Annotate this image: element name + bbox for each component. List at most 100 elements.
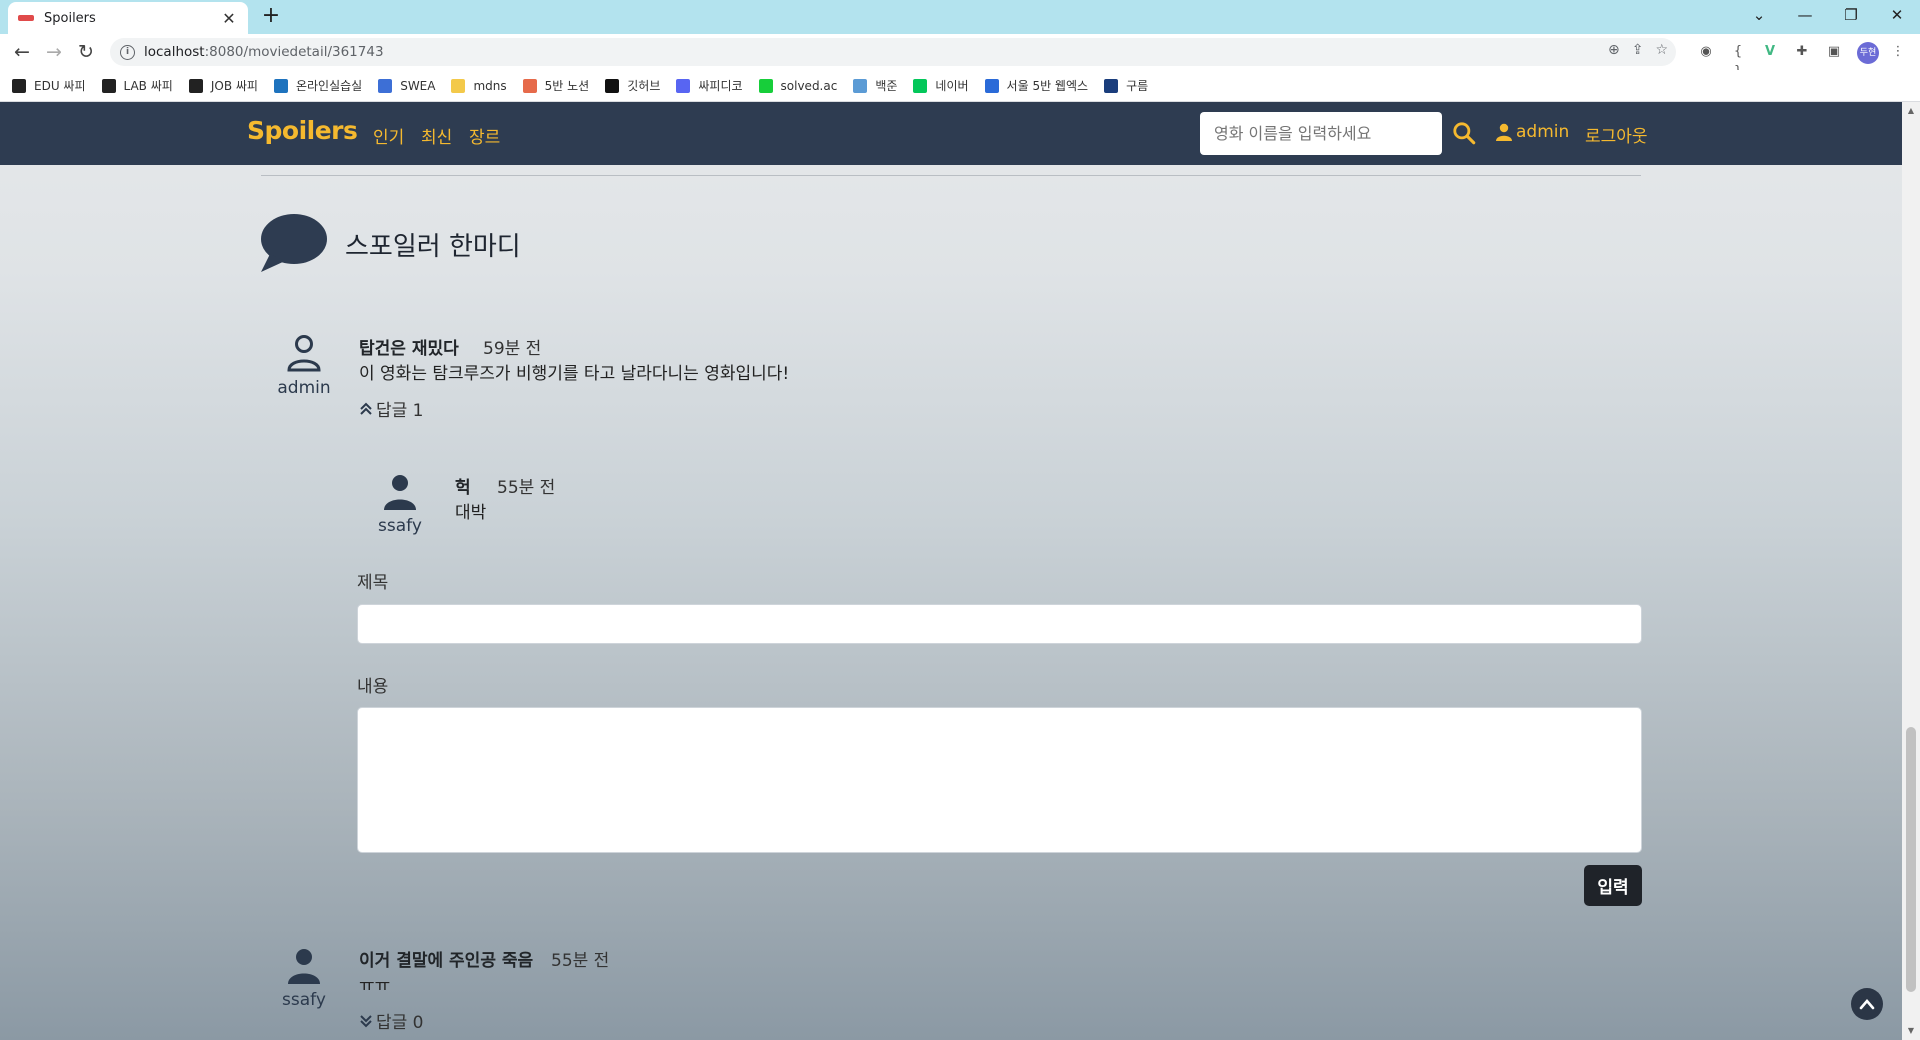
bookmark-favicon-icon — [522, 78, 537, 93]
comment-time: 59분 전 — [483, 339, 542, 359]
chevron-double-down-icon — [360, 1014, 372, 1027]
user-icon — [384, 475, 416, 510]
page-viewport: Spoilers 인기 최신 장르 admin 로그아웃 스포일러 한마디 ad… — [0, 102, 1902, 1040]
section-divider — [261, 175, 1641, 176]
scrollbar-thumb[interactable] — [1906, 727, 1916, 992]
zoom-icon[interactable]: ⊕ — [1608, 42, 1620, 58]
reply-content-textarea[interactable] — [357, 707, 1642, 853]
nav-link-popular[interactable]: 인기 — [373, 123, 404, 148]
comment-time: 55분 전 — [551, 951, 610, 971]
bookmark-item[interactable]: 서울 5반 웹엑스 — [984, 77, 1089, 94]
bookmark-star-icon[interactable]: ☆ — [1655, 42, 1668, 58]
bookmark-item[interactable]: EDU 싸피 — [12, 77, 86, 94]
bookmark-label: 5반 노션 — [544, 79, 590, 93]
forward-button[interactable]: → — [40, 38, 68, 66]
share-icon[interactable]: ⇪ — [1632, 42, 1644, 58]
user-menu[interactable]: admin — [1496, 122, 1569, 142]
restore-button[interactable]: ❐ — [1828, 0, 1874, 30]
comment-author-name: admin — [277, 378, 331, 398]
back-button[interactable]: ← — [8, 38, 36, 66]
comment-body: ㅠㅠ — [359, 976, 391, 996]
bookmark-favicon-icon — [12, 78, 26, 93]
bookmark-label: 서울 5반 웹엑스 — [1006, 79, 1089, 93]
bookmark-favicon-icon — [378, 78, 393, 93]
bookmark-favicon-icon — [605, 78, 620, 93]
reply-toggle[interactable]: 답글 0 — [359, 1008, 424, 1033]
address-bar[interactable]: i localhost:8080/moviedetail/361743 ⊕ ⇪ … — [110, 38, 1676, 66]
comment-author-name: ssafy — [282, 990, 326, 1010]
window-close-button[interactable]: ✕ — [1874, 0, 1920, 30]
bookmark-item[interactable]: solved.ac — [758, 78, 837, 93]
bookmark-label: 백준 — [875, 79, 898, 93]
page-scrollbar[interactable]: ▲ ▼ — [1902, 102, 1920, 1040]
nav-link-genre[interactable]: 장르 — [469, 123, 500, 148]
bookmark-label: 네이버 — [935, 79, 969, 93]
speech-bubble-icon — [261, 214, 327, 272]
reload-button[interactable]: ↻ — [72, 38, 100, 66]
bookmark-item[interactable]: JOB 싸피 — [188, 77, 258, 94]
comment-title: 탑건은 재밌다 — [359, 339, 459, 359]
url-path: :8080/moviedetail/361743 — [204, 44, 384, 60]
reply-toggle[interactable]: 답글 1 — [359, 396, 424, 421]
vue-devtools-icon[interactable]: V — [1760, 42, 1780, 62]
bookmark-label: mdns — [473, 78, 507, 93]
reply-time: 55분 전 — [497, 478, 556, 498]
reply-count: 답글 1 — [376, 401, 424, 421]
title-label: 제목 — [357, 573, 389, 593]
bookmark-item[interactable]: 싸피디코 — [676, 77, 743, 94]
bookmark-favicon-icon — [273, 78, 288, 93]
reply-author: ssafy — [355, 474, 445, 536]
tab-search-chevron-icon[interactable]: ⌄ — [1736, 0, 1782, 30]
menu-kebab-icon[interactable]: ⋮ — [1888, 42, 1908, 62]
site-info-icon[interactable]: i — [120, 44, 135, 60]
bookmark-label: JOB 싸피 — [210, 79, 258, 93]
reply-title-input[interactable] — [357, 604, 1642, 644]
extension-icon[interactable]: { } — [1728, 42, 1748, 79]
scroll-down-arrow-icon[interactable]: ▼ — [1906, 1026, 1916, 1035]
bookmark-item[interactable]: 온라인실습실 — [273, 77, 362, 94]
bookmark-item[interactable]: 5반 노션 — [522, 77, 590, 94]
bookmark-favicon-icon — [101, 78, 116, 93]
bookmark-favicon-icon — [676, 78, 691, 93]
bookmark-label: 깃허브 — [627, 79, 661, 93]
tab-close-icon[interactable]: ✕ — [220, 9, 238, 28]
bookmark-item[interactable]: LAB 싸피 — [101, 77, 173, 94]
extension-icon[interactable]: ◉ — [1696, 42, 1716, 62]
scroll-to-top-button[interactable] — [1851, 988, 1883, 1020]
submit-button[interactable]: 입력 — [1584, 865, 1642, 906]
brand-logo[interactable]: Spoilers — [247, 116, 358, 145]
side-panel-icon[interactable]: ▣ — [1824, 42, 1844, 62]
bookmark-item[interactable]: 구름 — [1104, 77, 1148, 94]
puzzle-extensions-icon[interactable]: ✚ — [1792, 42, 1812, 62]
bookmark-favicon-icon — [758, 78, 773, 93]
scroll-up-arrow-icon[interactable]: ▲ — [1906, 106, 1916, 115]
bookmark-item[interactable]: 백준 — [853, 77, 897, 94]
bookmark-favicon-icon — [913, 78, 928, 93]
section-title: 스포일러 한마디 — [345, 232, 521, 262]
bookmark-item[interactable]: SWEA — [378, 78, 435, 93]
bookmarks-bar: EDU 싸피 LAB 싸피 JOB 싸피 온라인실습실 SWEA mdns 5반 노션 깃허브… — [0, 70, 1920, 102]
bookmark-favicon-icon — [451, 78, 466, 93]
reply-count: 답글 0 — [376, 1013, 424, 1033]
comment-body: 이 영화는 탐크루즈가 비행기를 타고 날라다니는 영화입니다! — [359, 364, 790, 384]
minimize-button[interactable]: — — [1782, 0, 1828, 30]
bookmark-label: 구름 — [1126, 79, 1149, 93]
comment-title: 이거 결말에 주인공 죽음 — [359, 951, 534, 971]
nav-link-latest[interactable]: 최신 — [421, 123, 452, 148]
bookmark-item[interactable]: 깃허브 — [605, 77, 660, 94]
username-link: admin — [1516, 122, 1570, 142]
movie-search-input[interactable] — [1200, 112, 1442, 155]
new-tab-button[interactable]: + — [258, 4, 284, 30]
chevron-double-up-icon — [360, 402, 372, 415]
comment-author: ssafy — [259, 948, 349, 1010]
bookmark-label: 싸피디코 — [698, 79, 743, 93]
search-icon[interactable] — [1451, 120, 1477, 146]
user-outline-icon — [287, 335, 321, 372]
logout-link[interactable]: 로그아웃 — [1585, 122, 1648, 147]
browser-tab-strip: Spoilers ✕ + ⌄ — ❐ ✕ — [0, 0, 1920, 34]
profile-avatar[interactable]: 두현 — [1857, 42, 1879, 64]
bookmark-item[interactable]: 네이버 — [913, 77, 969, 94]
bookmark-item[interactable]: mdns — [451, 78, 507, 93]
browser-tab[interactable]: Spoilers ✕ — [8, 2, 248, 34]
site-navbar: Spoilers 인기 최신 장르 admin 로그아웃 — [0, 102, 1902, 165]
